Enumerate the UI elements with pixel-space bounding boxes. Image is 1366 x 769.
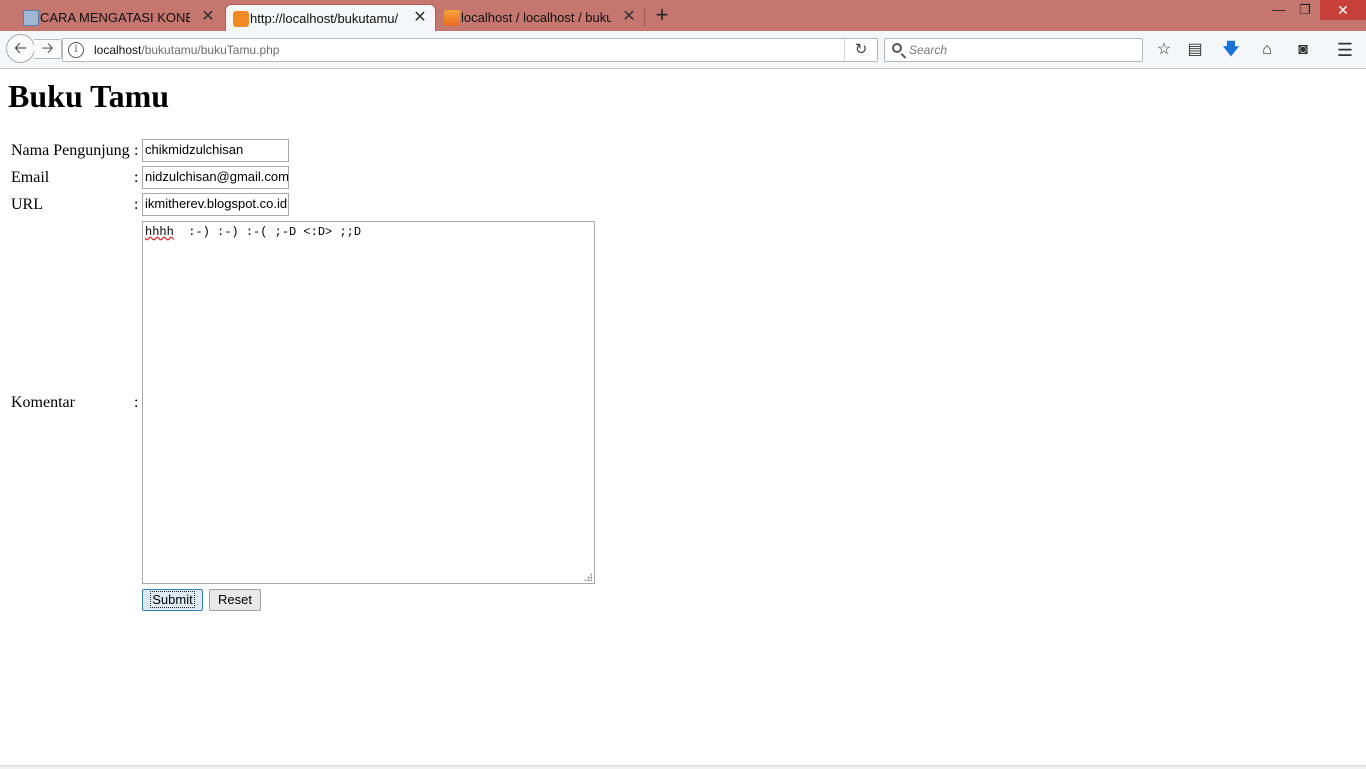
nama-label: Nama Pengunjung <box>11 142 130 159</box>
url-path: /bukutamu/bukuTamu.php <box>141 43 280 57</box>
phpmyadmin-favicon-icon <box>444 10 460 26</box>
url-label: URL <box>11 196 43 213</box>
colon: : <box>134 394 139 411</box>
url-text[interactable]: localhost/bukutamu/bukuTamu.php <box>94 43 279 57</box>
url-host: localhost <box>94 43 142 57</box>
close-tab-icon[interactable]: ✕ <box>199 8 217 26</box>
colon: : <box>134 169 139 186</box>
bookmark-star-icon[interactable]: ☆ <box>1154 40 1174 60</box>
tab-label: localhost / localhost / bukut <box>461 10 611 25</box>
misspelled-word: hhhh <box>145 225 174 239</box>
komentar-label: Komentar <box>11 394 75 411</box>
submit-button[interactable]: Submit <box>142 589 203 611</box>
tab-localhost-bukutamu[interactable]: http://localhost/bukutamu/ ✕ <box>225 4 436 31</box>
blog-favicon-icon <box>23 10 39 26</box>
reading-list-icon[interactable]: ▤ <box>1185 40 1205 60</box>
tab-label: http://localhost/bukutamu/ <box>250 10 399 26</box>
komentar-text: :-) :-) :-( ;-D <:D> ;;D <box>173 225 362 239</box>
search-icon <box>892 43 902 53</box>
colon: : <box>134 142 139 159</box>
xampp-favicon-icon <box>233 11 249 27</box>
resize-grip-icon[interactable] <box>584 573 592 581</box>
submit-label: Submit <box>150 591 195 608</box>
close-tab-icon[interactable]: ✕ <box>411 9 429 27</box>
reload-icon[interactable]: ↻ <box>844 39 877 61</box>
email-label: Email <box>11 169 50 186</box>
forward-button[interactable]: 🡢 <box>34 39 62 59</box>
home-icon[interactable]: ⌂ <box>1257 40 1277 60</box>
colon: : <box>134 196 139 213</box>
close-tab-icon[interactable]: ✕ <box>620 8 638 26</box>
url-bar[interactable]: i localhost/bukutamu/bukuTamu.php ↻ <box>62 38 878 62</box>
tab-separator <box>644 8 645 26</box>
arrow-left-icon: 🡠 <box>14 40 27 57</box>
page-content: Buku Tamu Nama Pengunjung : chikmidzulch… <box>0 69 1366 768</box>
tab-label: CARA MENGATASI KONEKSI <box>40 10 190 25</box>
search-bar[interactable] <box>884 38 1143 62</box>
tab-cara-mengatasi[interactable]: CARA MENGATASI KONEKSI ✕ <box>16 4 223 31</box>
back-button[interactable]: 🡠 <box>6 34 35 63</box>
site-info-icon[interactable]: i <box>68 42 84 58</box>
reset-button[interactable]: Reset <box>209 589 261 611</box>
close-window-button[interactable]: ✕ <box>1320 0 1366 20</box>
tab-phpmyadmin[interactable]: localhost / localhost / bukut ✕ <box>437 4 644 31</box>
navigation-bar: 🡠 🡢 i localhost/bukutamu/bukuTamu.php ↻ … <box>0 31 1366 69</box>
pocket-icon[interactable]: ◙ <box>1293 40 1313 60</box>
menu-icon[interactable]: ☰ <box>1335 40 1355 60</box>
arrow-right-icon: 🡢 <box>41 40 54 57</box>
page-title: Buku Tamu <box>8 78 170 114</box>
tab-bar: CARA MENGATASI KONEKSI ✕ http://localhos… <box>0 0 1366 31</box>
nama-pengunjung-input[interactable]: chikmidzulchisan <box>142 139 289 162</box>
new-tab-button[interactable]: + <box>650 4 674 27</box>
email-input[interactable]: nidzulchisan@gmail.com <box>142 166 289 189</box>
komentar-textarea[interactable]: hhhh :-) :-) :-( ;-D <:D> ;;D <box>142 221 595 584</box>
restore-button[interactable]: ❐ <box>1290 0 1320 22</box>
downloads-icon[interactable]: 🡇 <box>1221 40 1241 60</box>
taskbar-edge <box>0 765 1366 769</box>
search-input[interactable] <box>909 42 1129 58</box>
url-input[interactable]: ikmitherev.blogspot.co.id <box>142 193 289 216</box>
